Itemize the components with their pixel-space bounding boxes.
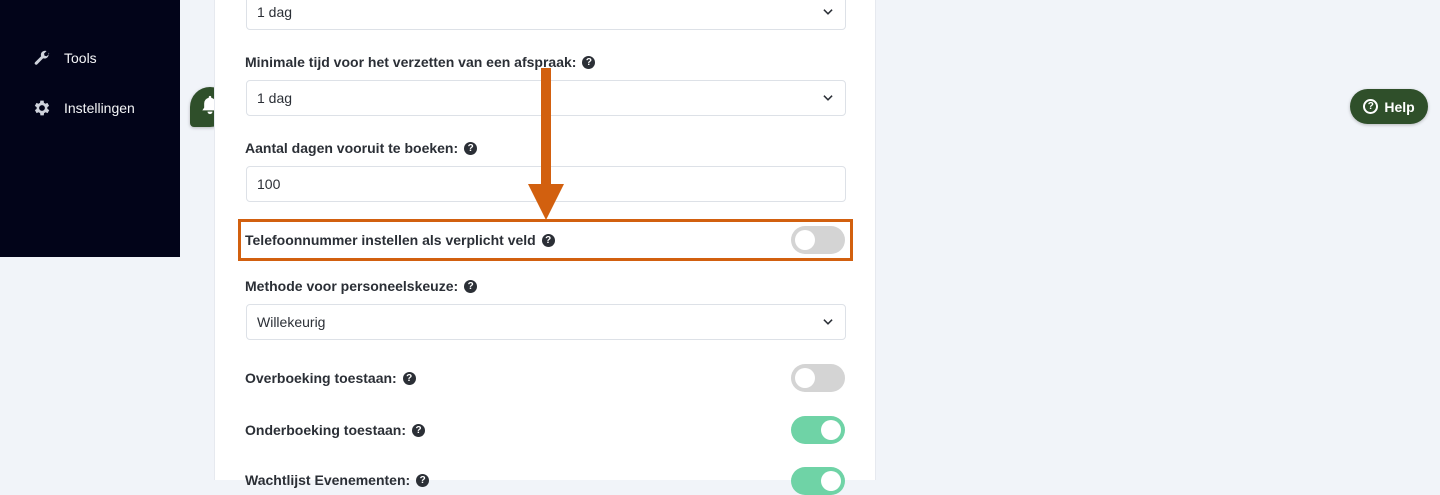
- sidebar-item-instellingen[interactable]: Instellingen: [32, 96, 135, 120]
- question-icon[interactable]: ?: [464, 141, 478, 155]
- sidebar-item-label: Instellingen: [64, 100, 135, 116]
- question-icon[interactable]: ?: [541, 233, 555, 247]
- overbooking-label: Overboeking toestaan: ?: [245, 370, 416, 386]
- select-value: 1 dag: [257, 4, 293, 20]
- select-value: Willekeurig: [257, 314, 326, 330]
- sidebar-item-label: Tools: [64, 50, 97, 66]
- sidebar-item-tools[interactable]: Tools: [32, 46, 97, 70]
- label-text: Methode voor personeelskeuze:: [245, 278, 459, 294]
- staff-method-label: Methode voor personeelskeuze: ?: [245, 278, 478, 294]
- chevron-down-icon: [823, 9, 833, 15]
- underbooking-toggle[interactable]: [791, 416, 845, 444]
- question-icon[interactable]: ?: [464, 279, 478, 293]
- toggle-knob: [821, 471, 841, 491]
- waitlist-toggle[interactable]: [791, 467, 845, 495]
- days-ahead-label: Aantal dagen vooruit te boeken: ?: [245, 140, 478, 156]
- input-value: 100: [257, 176, 281, 192]
- label-text: Onderboeking toestaan:: [245, 422, 407, 438]
- chevron-down-icon: [823, 95, 833, 101]
- overbooking-toggle[interactable]: [791, 364, 845, 392]
- label-text: Aantal dagen vooruit te boeken:: [245, 140, 459, 156]
- help-button[interactable]: ? Help: [1350, 89, 1428, 124]
- label-text: Telefoonnummer instellen als verplicht v…: [245, 232, 536, 248]
- waitlist-label: Wachtlijst Evenementen: ?: [245, 472, 430, 488]
- booking-lead-time-select[interactable]: 1 dag: [246, 0, 846, 30]
- annotation-arrow-icon: [528, 68, 564, 220]
- toggle-knob: [795, 368, 815, 388]
- label-text: Minimale tijd voor het verzetten van een…: [245, 54, 577, 70]
- wrench-icon: [32, 48, 52, 68]
- sidebar: Tools Instellingen: [0, 0, 180, 257]
- phone-required-label: Telefoonnummer instellen als verplicht v…: [245, 232, 555, 248]
- underbooking-label: Onderboeking toestaan: ?: [245, 422, 426, 438]
- select-value: 1 dag: [257, 90, 293, 106]
- question-icon[interactable]: ?: [582, 55, 596, 69]
- toggle-knob: [795, 230, 815, 250]
- question-icon[interactable]: ?: [416, 473, 430, 487]
- toggle-knob: [821, 420, 841, 440]
- chevron-down-icon: [823, 319, 833, 325]
- staff-method-select[interactable]: Willekeurig: [246, 304, 846, 340]
- label-text: Overboeking toestaan:: [245, 370, 397, 386]
- question-icon[interactable]: ?: [402, 371, 416, 385]
- question-circle-icon: ?: [1363, 99, 1379, 114]
- phone-required-toggle[interactable]: [791, 226, 845, 254]
- label-text: Wachtlijst Evenementen:: [245, 472, 411, 488]
- gear-icon: [32, 98, 52, 118]
- question-icon[interactable]: ?: [412, 423, 426, 437]
- help-label: Help: [1384, 98, 1415, 115]
